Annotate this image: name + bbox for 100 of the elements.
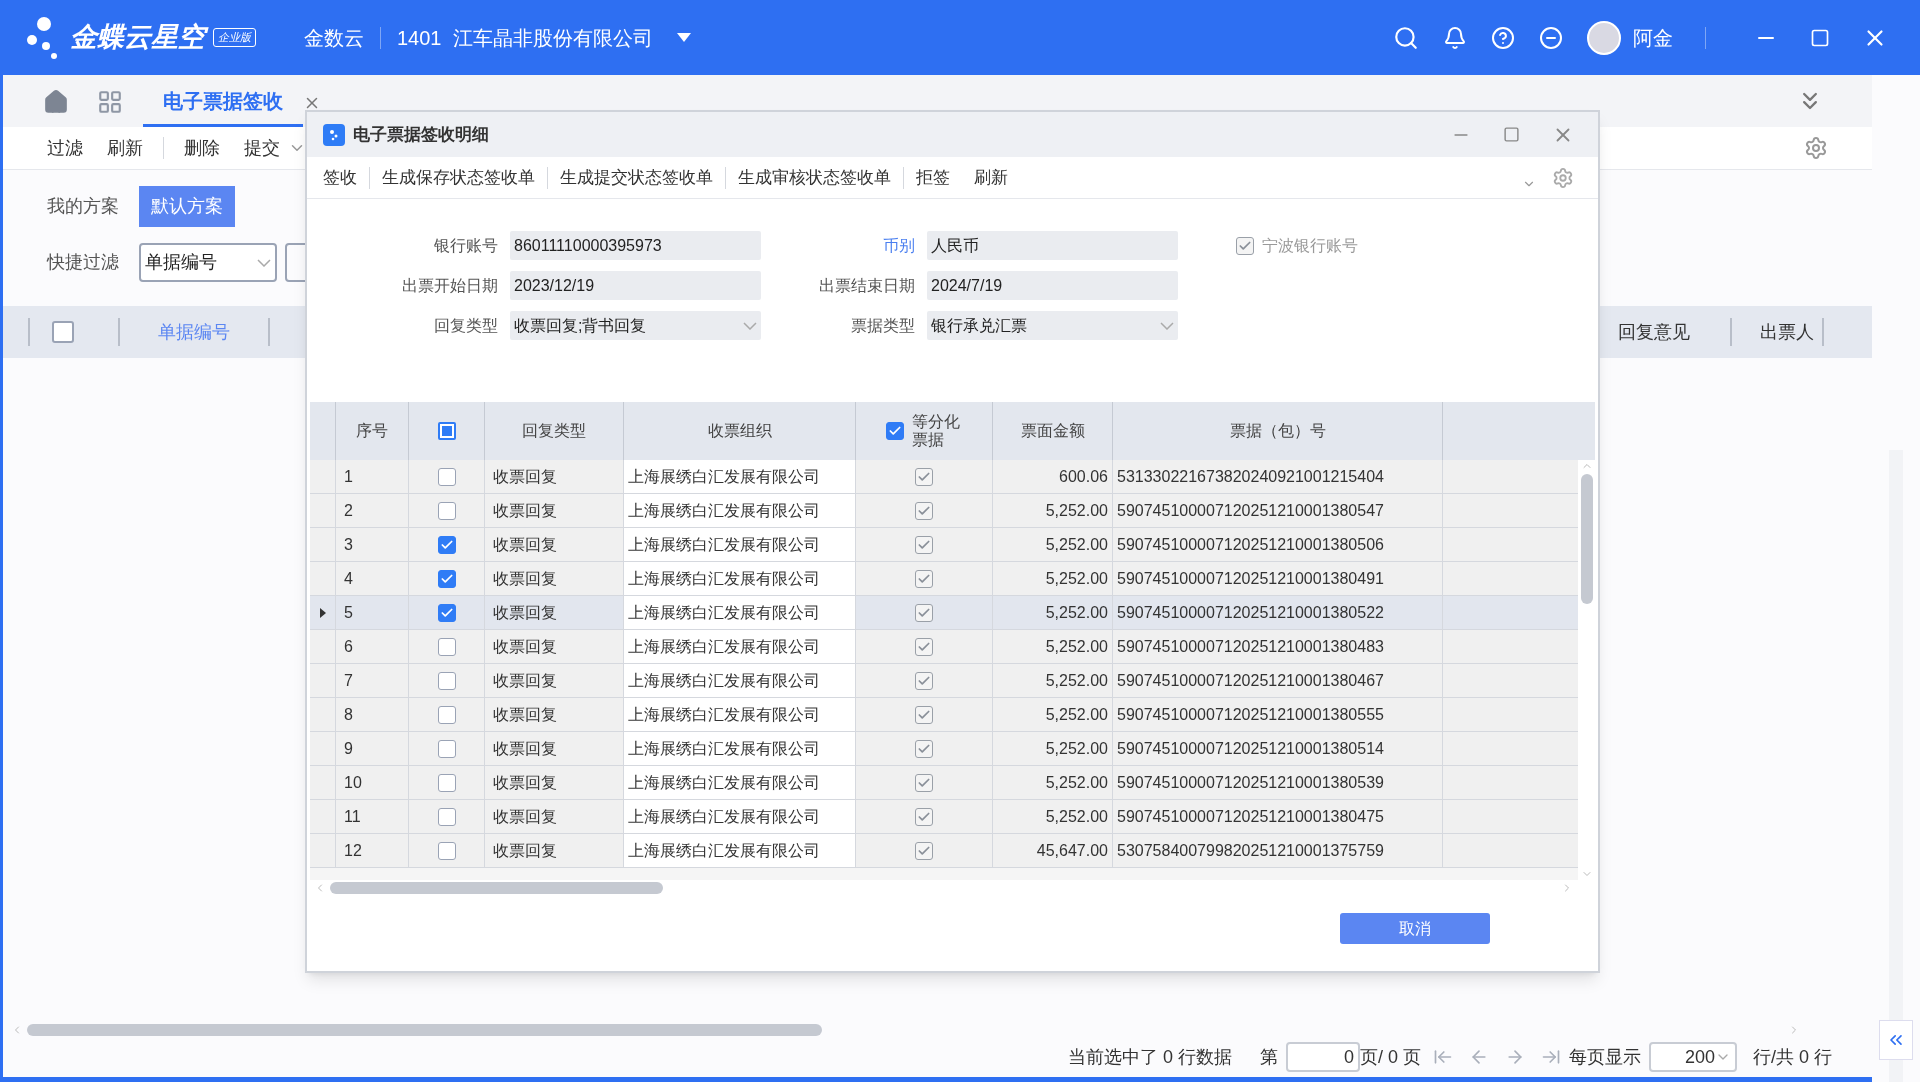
product-name[interactable]: 金数云 (304, 22, 364, 53)
avatar[interactable] (1587, 20, 1621, 55)
table-cell: 5,252.00 (992, 732, 1112, 765)
field-label: 银行账号 (433, 235, 499, 256)
home-icon[interactable] (43, 89, 69, 115)
toolbar-button[interactable]: 刷新 (974, 164, 1008, 191)
table-cell: 5,252.00 (992, 698, 1112, 731)
grid-icon[interactable] (97, 89, 123, 115)
row-checkbox[interactable] (437, 705, 456, 724)
horizontal-scrollbar[interactable] (27, 1024, 822, 1036)
toolbar-button[interactable]: 刷新 (107, 134, 143, 162)
table-cell: 上海展绣白汇发展有限公司 (623, 494, 855, 527)
table-row[interactable]: 8 收票回复 上海展绣白汇发展有限公司 5,252.00 590745100007120251210001380555 (310, 698, 1578, 732)
table-cell: 590745100007120251210001380467 (1112, 664, 1442, 697)
bell-icon[interactable] (1443, 25, 1467, 50)
field-label[interactable]: 币别 (769, 233, 919, 258)
toolbar-button[interactable]: 删除 (184, 134, 220, 162)
table-cell: 上海展绣白汇发展有限公司 (623, 834, 855, 867)
table-row[interactable]: 6 收票回复 上海展绣白汇发展有限公司 5,252.00 590745100007120251210001380483 (310, 630, 1578, 664)
table-cell: 590745100007120251210001380475 (1112, 800, 1442, 833)
row-checkbox[interactable] (437, 739, 456, 758)
company-name[interactable]: 1401 江车晶非股份有限公司 (397, 22, 653, 53)
text-field[interactable]: 2023/12/19 (510, 271, 761, 300)
column-header[interactable]: 出票人 (1760, 318, 1814, 346)
table-row[interactable]: 7 收票回复 上海展绣白汇发展有限公司 5,252.00 590745100007120251210001380467 (310, 664, 1578, 698)
page-label: 第 (1259, 1045, 1278, 1069)
table-cell: 上海展绣白汇发展有限公司 (623, 698, 855, 731)
toolbar-button[interactable]: 生成保存状态签收单 (382, 164, 535, 191)
filter-field-select[interactable]: 单据编号 (139, 243, 277, 282)
help-icon[interactable] (1491, 25, 1515, 50)
table-cell: 5,252.00 (992, 630, 1112, 663)
row-checkbox[interactable] (437, 841, 456, 860)
table-cell: 上海展绣白汇发展有限公司 (623, 766, 855, 799)
row-checkbox[interactable] (437, 603, 456, 622)
row-checkbox[interactable] (437, 501, 456, 520)
page-count: 页/ 0 页 (1359, 1045, 1421, 1069)
row-number: 3 (335, 528, 408, 561)
collapse-panel-button[interactable] (1879, 1020, 1913, 1060)
settings-icon[interactable] (1804, 136, 1828, 160)
table-row[interactable]: 12 收票回复 上海展绣白汇发展有限公司 45,647.00 530758400799820251210001375759 (310, 834, 1578, 868)
scheme-label: 我的方案 (47, 195, 119, 218)
column-header[interactable]: 等分化票据 (912, 413, 962, 449)
toolbar-button[interactable]: 生成审核状态签收单 (738, 164, 891, 191)
current-row-icon (319, 607, 326, 618)
settings-icon[interactable] (1552, 166, 1574, 189)
edition-badge: 企业版 (213, 28, 256, 47)
table-row[interactable]: 9 收票回复 上海展绣白汇发展有限公司 5,252.00 590745100007120251210001380514 (310, 732, 1578, 766)
row-number: 1 (335, 460, 408, 493)
toolbar-button[interactable]: 过滤 (47, 134, 83, 162)
toolbar-button[interactable]: 生成提交状态签收单 (560, 164, 713, 191)
select-all-checkbox[interactable] (52, 321, 74, 343)
per-page-label: 每页显示 (1569, 1045, 1641, 1069)
table-cell: 531330221673820240921001215404 (1112, 460, 1442, 493)
page-input[interactable]: 0 (1285, 1042, 1360, 1072)
row-number: 10 (335, 766, 408, 799)
row-checkbox[interactable] (437, 637, 456, 656)
row-checkbox[interactable] (437, 467, 456, 486)
table-row[interactable]: 4 收票回复 上海展绣白汇发展有限公司 5,252.00 590745100007120251210001380491 (310, 562, 1578, 596)
row-checkbox[interactable] (437, 671, 456, 690)
table-row[interactable]: 2 收票回复 上海展绣白汇发展有限公司 5,252.00 590745100007120251210001380547 (310, 494, 1578, 528)
more-icon[interactable] (1539, 25, 1563, 50)
row-checkbox[interactable] (437, 807, 456, 826)
row-checkbox[interactable] (437, 535, 456, 554)
table-row[interactable]: 5 收票回复 上海展绣白汇发展有限公司 5,252.00 590745100007120251210001380522 (310, 596, 1578, 630)
horizontal-scrollbar[interactable] (330, 882, 663, 894)
table-row[interactable]: 3 收票回复 上海展绣白汇发展有限公司 5,252.00 590745100007120251210001380506 (310, 528, 1578, 562)
toolbar-button[interactable]: 拒签 (916, 164, 950, 191)
caret-icon (257, 258, 271, 267)
row-number: 8 (335, 698, 408, 731)
toolbar-button[interactable]: 提交 (244, 134, 306, 162)
table-cell: 600.06 (992, 460, 1112, 493)
column-header[interactable]: 回复意见 (1618, 318, 1690, 346)
table-row[interactable]: 11 收票回复 上海展绣白汇发展有限公司 5,252.00 590745100007120251210001380475 (310, 800, 1578, 834)
select-field[interactable]: 银行承兑汇票 (927, 311, 1178, 340)
per-page-select[interactable]: 200 (1649, 1042, 1737, 1072)
table-cell: 上海展绣白汇发展有限公司 (623, 528, 855, 561)
table-row[interactable]: 1 收票回复 上海展绣白汇发展有限公司 600.06 531330221673820240921001215404 (310, 460, 1578, 494)
toolbar-button[interactable]: 签收 (323, 164, 357, 191)
search-icon[interactable] (1393, 24, 1419, 51)
row-number: 11 (335, 800, 408, 833)
table-cell: 590745100007120251210001380547 (1112, 494, 1442, 527)
maximize-icon[interactable] (1503, 126, 1520, 143)
dropdown-icon[interactable] (676, 33, 691, 42)
field-label: 出票开始日期 (401, 275, 499, 296)
text-field[interactable]: 2024/7/19 (927, 271, 1178, 300)
last-page-icon[interactable] (1541, 1047, 1561, 1067)
row-checkbox[interactable] (437, 773, 456, 792)
user-name[interactable]: 阿金 (1633, 22, 1673, 53)
text-field[interactable]: 86011110000395973 (510, 231, 761, 260)
column-checkbox[interactable] (886, 422, 904, 440)
text-field[interactable]: 人民币 (927, 231, 1178, 260)
first-page-icon[interactable] (1433, 1047, 1453, 1067)
maximize-icon[interactable] (1810, 27, 1830, 48)
dialog-title: 电子票据签收明细 (353, 123, 489, 146)
table-cell: 上海展绣白汇发展有限公司 (623, 460, 855, 493)
check-icon (888, 424, 902, 438)
table-row[interactable]: 10 收票回复 上海展绣白汇发展有限公司 5,252.00 590745100007120251210001380539 (310, 766, 1578, 800)
select-all-checkbox[interactable] (437, 422, 456, 440)
select-field[interactable]: 收票回复;背书回复 (510, 311, 761, 340)
row-checkbox[interactable] (437, 569, 456, 588)
